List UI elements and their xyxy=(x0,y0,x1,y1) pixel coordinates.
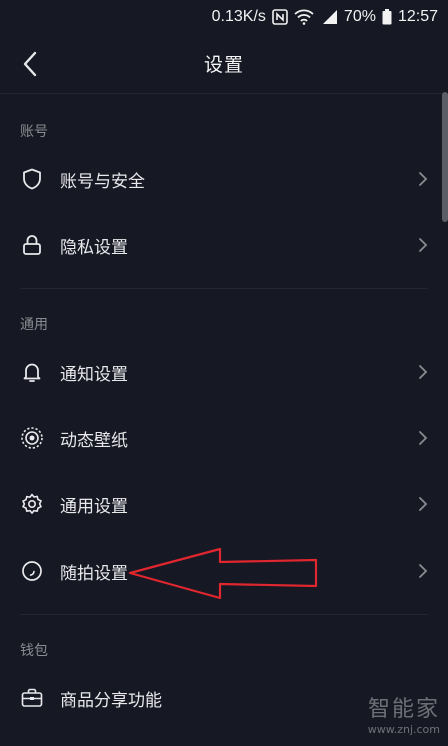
watermark-text: 智能家 xyxy=(367,697,440,722)
settings-item-privacy[interactable]: 隐私设置 xyxy=(0,213,440,277)
chevron-right-icon xyxy=(419,172,428,186)
settings-item-label: 随拍设置 xyxy=(60,563,128,584)
live-wallpaper-icon xyxy=(20,426,44,450)
chevron-right-icon xyxy=(419,564,428,578)
chevron-left-icon xyxy=(23,51,37,77)
page-title: 设置 xyxy=(203,54,244,76)
network-speed: 0.13K/s xyxy=(211,8,266,25)
chevron-right-icon xyxy=(419,238,428,252)
settings-item-snapshot[interactable]: 随拍设置 xyxy=(0,539,440,603)
nfc-icon xyxy=(272,9,288,25)
section-label-general: 通用 xyxy=(20,317,48,333)
section-divider xyxy=(20,288,428,289)
watermark-url: www.znj.com xyxy=(367,723,440,736)
wifi-icon xyxy=(294,9,314,25)
battery-percent: 70% xyxy=(343,8,376,25)
section-divider xyxy=(20,614,428,615)
clock: 12:57 xyxy=(397,8,438,25)
settings-item-general[interactable]: 通用设置 xyxy=(0,472,440,536)
settings-item-label: 动态壁纸 xyxy=(60,430,128,451)
chevron-right-icon xyxy=(419,497,428,511)
snapshot-icon xyxy=(20,559,44,583)
lock-icon xyxy=(20,233,44,257)
scrollbar-thumb[interactable] xyxy=(442,92,448,222)
watermark: 智能家 www.znj.com xyxy=(368,691,440,736)
bell-icon xyxy=(20,360,44,384)
shield-icon xyxy=(20,167,44,191)
gear-icon xyxy=(20,492,44,516)
settings-item-label: 账号与安全 xyxy=(60,171,145,192)
briefcase-icon xyxy=(20,686,44,710)
settings-item-live-wallpaper[interactable]: 动态壁纸 xyxy=(0,406,440,470)
settings-item-label: 商品分享功能 xyxy=(60,690,162,711)
chevron-right-icon xyxy=(419,365,428,379)
section-label-account: 账号 xyxy=(20,124,48,140)
settings-item-notifications[interactable]: 通知设置 xyxy=(0,340,440,404)
back-button[interactable] xyxy=(14,48,46,80)
section-label-wallet: 钱包 xyxy=(20,643,48,659)
settings-item-account-security[interactable]: 账号与安全 xyxy=(0,147,440,211)
chevron-right-icon xyxy=(419,431,428,445)
battery-icon xyxy=(382,9,392,25)
signal-icon xyxy=(320,9,338,25)
nav-bar: 设置 xyxy=(0,34,448,94)
settings-item-label: 通知设置 xyxy=(60,364,128,385)
status-bar: 0.13K/s 70% 12:57 xyxy=(0,0,448,34)
settings-item-label: 通用设置 xyxy=(60,496,128,517)
settings-item-label: 隐私设置 xyxy=(60,237,128,258)
